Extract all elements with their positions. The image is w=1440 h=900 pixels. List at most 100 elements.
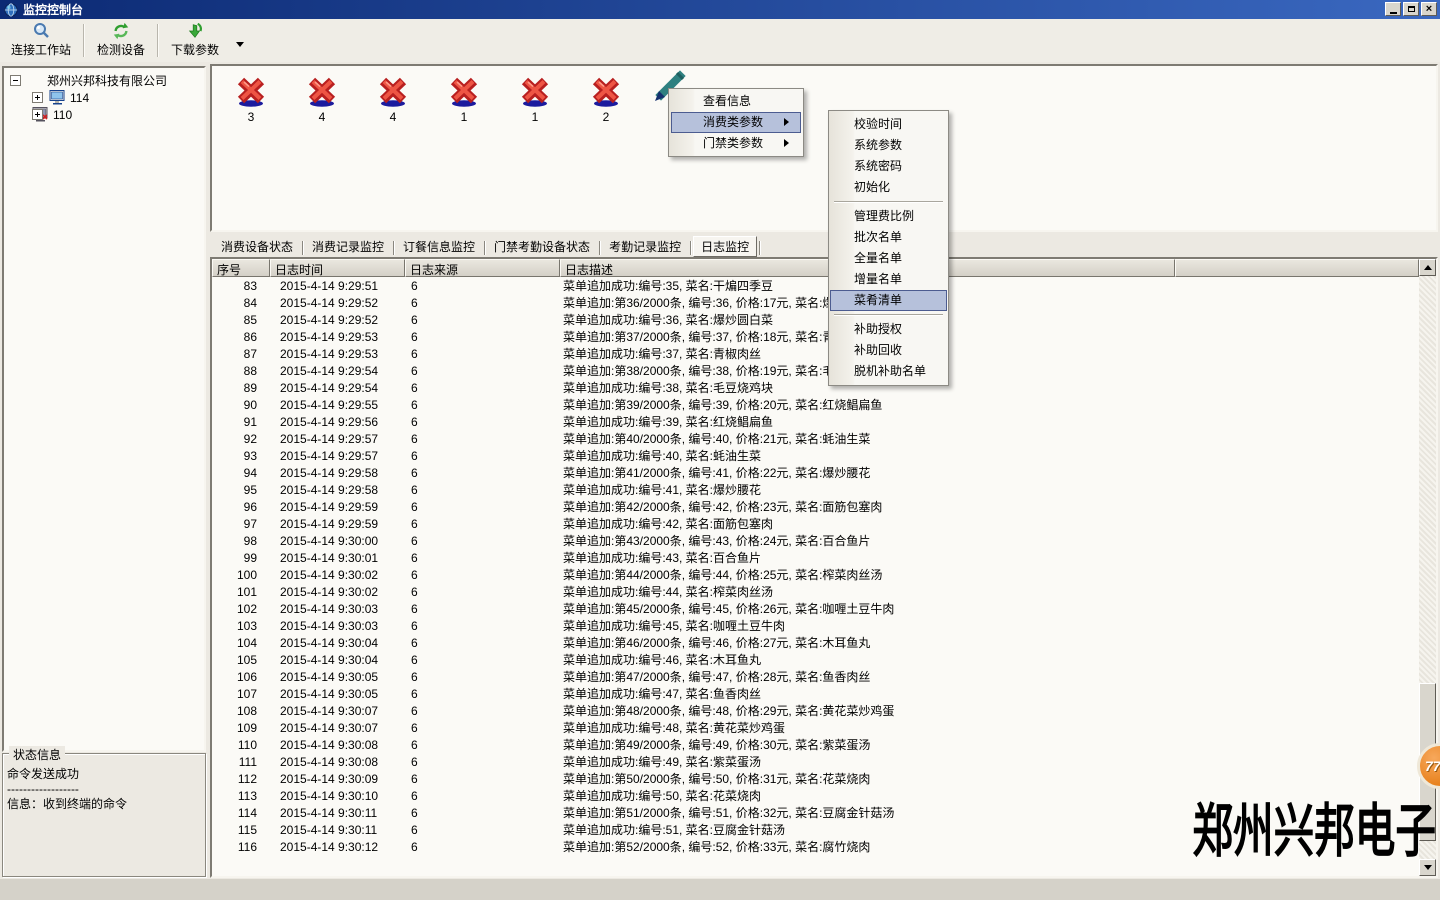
log-time: 2015-4-14 9:30:07 (270, 704, 405, 718)
log-table-row[interactable]: 95 2015-4-14 9:29:58 6 菜单追加成功:编号:41, 菜名:… (214, 481, 1419, 498)
log-table-row[interactable]: 98 2015-4-14 9:30:00 6 菜单追加:第43/2000条, 编… (214, 532, 1419, 549)
expand-expander-icon[interactable] (32, 109, 43, 120)
log-table-row[interactable]: 111 2015-4-14 9:30:08 6 菜单追加成功:编号:49, 菜名… (214, 753, 1419, 770)
log-source: 6 (405, 466, 560, 480)
scroll-up-button[interactable] (1419, 259, 1436, 276)
log-table-row[interactable]: 101 2015-4-14 9:30:02 6 菜单追加成功:编号:44, 菜名… (214, 583, 1419, 600)
submenu-item[interactable]: 菜肴清单 (830, 290, 947, 311)
log-table-row[interactable]: 107 2015-4-14 9:30:05 6 菜单追加成功:编号:47, 菜名… (214, 685, 1419, 702)
monitor-tab[interactable]: 日志监控 (693, 236, 757, 257)
download-params-button[interactable]: 下载参数 (162, 19, 228, 62)
menu-item-door-params[interactable]: 门禁类参数 (671, 133, 801, 154)
column-header-time[interactable]: 日志时间 (270, 259, 405, 277)
log-table-row[interactable]: 108 2015-4-14 9:30:07 6 菜单追加:第48/2000条, … (214, 702, 1419, 719)
tree-node-label: 110 (53, 108, 72, 122)
log-table-row[interactable]: 88 2015-4-14 9:29:54 6 菜单追加:第38/2000条, 编… (214, 362, 1419, 379)
log-table-row[interactable]: 87 2015-4-14 9:29:53 6 菜单追加成功:编号:37, 菜名:… (214, 345, 1419, 362)
log-table-row[interactable]: 104 2015-4-14 9:30:04 6 菜单追加:第46/2000条, … (214, 634, 1419, 651)
monitor-tab[interactable]: 订餐信息监控 (396, 238, 482, 257)
log-table-row[interactable]: 91 2015-4-14 9:29:56 6 菜单追加成功:编号:39, 菜名:… (214, 413, 1419, 430)
log-source: 6 (405, 670, 560, 684)
column-header-source[interactable]: 日志来源 (405, 259, 560, 277)
log-table-row[interactable]: 90 2015-4-14 9:29:55 6 菜单追加:第39/2000条, 编… (214, 396, 1419, 413)
log-seq: 112 (214, 772, 270, 786)
log-source: 6 (405, 398, 560, 412)
log-table-row[interactable]: 99 2015-4-14 9:30:01 6 菜单追加成功:编号:43, 菜名:… (214, 549, 1419, 566)
log-table-row[interactable]: 109 2015-4-14 9:30:07 6 菜单追加成功:编号:48, 菜名… (214, 719, 1419, 736)
monitor-tab[interactable]: 考勤记录监控 (602, 238, 688, 257)
window-title: 监控控制台 (23, 1, 83, 18)
log-time: 2015-4-14 9:29:58 (270, 466, 405, 480)
log-source: 6 (405, 823, 560, 837)
window-bottom-edge (0, 879, 1440, 900)
close-button[interactable]: × (1421, 2, 1437, 16)
submenu-item[interactable]: 脱机补助名单 (830, 361, 947, 382)
log-source: 6 (405, 551, 560, 565)
tree-expander-110[interactable] (4, 106, 43, 123)
log-table-row[interactable]: 106 2015-4-14 9:30:05 6 菜单追加:第47/2000条, … (214, 668, 1419, 685)
log-table-row[interactable]: 102 2015-4-14 9:30:03 6 菜单追加:第45/2000条, … (214, 600, 1419, 617)
log-time: 2015-4-14 9:29:58 (270, 483, 405, 497)
device-item[interactable]: 4 (371, 74, 415, 124)
tree-node-114[interactable]: 114 (4, 89, 204, 106)
device-item[interactable]: 1 (442, 74, 486, 124)
monitor-tab[interactable]: 消费记录监控 (305, 238, 391, 257)
log-table-row[interactable]: 83 2015-4-14 9:29:51 6 菜单追加成功:编号:35, 菜名:… (214, 277, 1419, 294)
log-source: 6 (405, 721, 560, 735)
log-desc: 菜单追加成功:编号:48, 菜名:黄花菜炒鸡蛋 (560, 719, 785, 736)
device-status-panel: 3 4 4 (210, 64, 1438, 232)
log-table-row[interactable]: 105 2015-4-14 9:30:04 6 菜单追加成功:编号:46, 菜名… (214, 651, 1419, 668)
device-item[interactable]: 1 (513, 74, 557, 124)
collapse-expander-icon[interactable] (10, 75, 21, 86)
detect-device-button[interactable]: 检测设备 (88, 19, 154, 62)
submenu-item[interactable]: 批次名单 (830, 227, 947, 248)
submenu-item[interactable]: 初始化 (830, 177, 947, 198)
column-header-seq[interactable]: 序号 (212, 259, 270, 277)
monitor-tab[interactable]: 门禁考勤设备状态 (487, 238, 597, 257)
log-desc: 菜单追加成功:编号:39, 菜名:红烧鲳扁鱼 (560, 413, 773, 430)
submenu-item[interactable]: 增量名单 (830, 269, 947, 290)
connect-workstation-button[interactable]: 连接工作站 (2, 19, 80, 62)
device-item[interactable]: 4 (300, 74, 344, 124)
log-table-row[interactable]: 97 2015-4-14 9:29:59 6 菜单追加成功:编号:42, 菜名:… (214, 515, 1419, 532)
submenu-item[interactable]: 系统参数 (830, 135, 947, 156)
menu-item-consume-params[interactable]: 消费类参数 (671, 112, 801, 133)
log-table-row[interactable]: 110 2015-4-14 9:30:08 6 菜单追加:第49/2000条, … (214, 736, 1419, 753)
log-table-row[interactable]: 92 2015-4-14 9:29:57 6 菜单追加:第40/2000条, 编… (214, 430, 1419, 447)
menu-item-view-info[interactable]: 查看信息 (671, 91, 801, 112)
log-seq: 96 (214, 500, 270, 514)
expand-expander-icon[interactable] (32, 92, 43, 103)
log-source: 6 (405, 500, 560, 514)
log-table-row[interactable]: 112 2015-4-14 9:30:09 6 菜单追加:第50/2000条, … (214, 770, 1419, 787)
submenu-item[interactable]: 全量名单 (830, 248, 947, 269)
submenu-item[interactable]: 校验时间 (830, 114, 947, 135)
log-desc: 菜单追加成功:编号:35, 菜名:干煸四季豆 (560, 277, 773, 294)
restore-button[interactable] (1403, 2, 1419, 16)
log-table-row[interactable]: 86 2015-4-14 9:29:53 6 菜单追加:第37/2000条, 编… (214, 328, 1419, 345)
log-time: 2015-4-14 9:30:03 (270, 602, 405, 616)
log-table-row[interactable]: 93 2015-4-14 9:29:57 6 菜单追加成功:编号:40, 菜名:… (214, 447, 1419, 464)
tree-root-node[interactable]: 郑州兴邦科技有限公司 (4, 72, 204, 89)
device-tree-panel: 郑州兴邦科技有限公司 114 110 (2, 66, 206, 752)
log-table-row[interactable]: 94 2015-4-14 9:29:58 6 菜单追加:第41/2000条, 编… (214, 464, 1419, 481)
tab-separator (759, 241, 760, 255)
log-table-row[interactable]: 85 2015-4-14 9:29:52 6 菜单追加成功:编号:36, 菜名:… (214, 311, 1419, 328)
log-source: 6 (405, 602, 560, 616)
log-table-row[interactable]: 100 2015-4-14 9:30:02 6 菜单追加:第44/2000条, … (214, 566, 1419, 583)
submenu-item[interactable]: 补助回收 (830, 340, 947, 361)
device-item[interactable]: 3 (229, 74, 273, 124)
tab-separator (393, 241, 394, 255)
log-table-row[interactable]: 89 2015-4-14 9:29:54 6 菜单追加成功:编号:38, 菜名:… (214, 379, 1419, 396)
minimize-button[interactable] (1385, 2, 1401, 16)
submenu-item[interactable]: 管理费比例 (830, 206, 947, 227)
log-table-row[interactable]: 103 2015-4-14 9:30:03 6 菜单追加成功:编号:45, 菜名… (214, 617, 1419, 634)
toolbar-dropdown-arrow[interactable] (236, 42, 244, 51)
log-table-row[interactable]: 96 2015-4-14 9:29:59 6 菜单追加:第42/2000条, 编… (214, 498, 1419, 515)
device-count-label: 1 (461, 110, 468, 124)
monitor-tab[interactable]: 消费设备状态 (214, 238, 300, 257)
log-table-panel: 序号 日志时间 日志来源 日志描述 83 2015-4-14 9:29:51 6… (210, 257, 1438, 878)
log-table-row[interactable]: 84 2015-4-14 9:29:52 6 菜单追加:第36/2000条, 编… (214, 294, 1419, 311)
submenu-item[interactable]: 补助授权 (830, 319, 947, 340)
device-item[interactable]: 2 (584, 74, 628, 124)
submenu-item[interactable]: 系统密码 (830, 156, 947, 177)
